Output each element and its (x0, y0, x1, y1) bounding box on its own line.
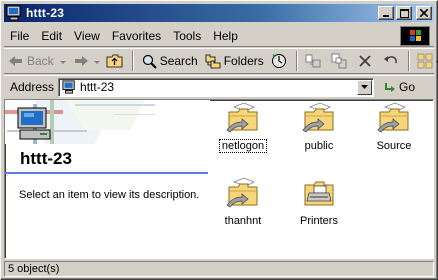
folder-view[interactable]: httt-23 Select an item to view its descr… (4, 99, 434, 259)
forward-arrow-icon (72, 53, 90, 69)
search-label: Search (159, 54, 198, 68)
web-view-panel: httt-23 Select an item to view its descr… (5, 100, 210, 258)
go-label: Go (399, 80, 416, 94)
back-label: Back (27, 54, 54, 68)
windows-logo-icon (400, 26, 430, 46)
folders-label: Folders (223, 54, 264, 68)
title-bar[interactable]: httt-23 (4, 4, 434, 22)
copy-to-icon (330, 53, 348, 69)
folder-item-label: netlogon (218, 139, 268, 153)
chevron-down-icon[interactable] (93, 54, 100, 68)
folder-item-label: thanhnt (224, 215, 262, 227)
copy-to-button[interactable] (327, 50, 353, 72)
explorer-window: httt-23 File Edit View Favorites Tools H… (0, 0, 438, 280)
delete-button[interactable] (353, 50, 379, 72)
views-button[interactable] (413, 50, 438, 72)
title-divider (5, 172, 208, 174)
menu-favorites[interactable]: Favorites (106, 29, 167, 43)
computer-icon (62, 80, 76, 94)
folders-button[interactable]: Folders (201, 50, 267, 72)
history-icon (270, 53, 288, 69)
go-button[interactable]: Go (384, 80, 415, 94)
undo-icon (382, 53, 400, 69)
move-to-icon (304, 53, 322, 69)
minimize-button[interactable] (378, 6, 394, 20)
toolbar-separator (131, 51, 134, 71)
address-dropdown-button[interactable] (357, 79, 373, 95)
menu-edit[interactable]: Edit (35, 29, 68, 43)
search-icon (140, 53, 158, 69)
folder-item-label: Source (376, 140, 412, 152)
maximize-button[interactable] (396, 6, 412, 20)
menu-tools[interactable]: Tools (167, 29, 207, 43)
forward-button[interactable] (69, 50, 103, 72)
menu-view[interactable]: View (68, 29, 106, 43)
chevron-down-icon[interactable] (59, 54, 66, 68)
back-arrow-icon (7, 53, 25, 69)
move-to-button[interactable] (301, 50, 327, 72)
shared-folder-icon (302, 102, 336, 137)
undo-button[interactable] (379, 50, 405, 72)
folder-item-label: Printers (300, 215, 338, 227)
search-button[interactable]: Search (137, 50, 201, 72)
up-button[interactable] (103, 50, 129, 72)
standard-toolbar: Back Search Folders (4, 48, 438, 74)
address-value: httt-23 (80, 80, 115, 94)
folder-item-label: public (304, 140, 334, 152)
shared-folder-icon (226, 102, 260, 137)
back-button[interactable]: Back (4, 50, 69, 72)
window-title: httt-23 (26, 6, 65, 20)
folder-item-public[interactable]: public (289, 102, 349, 152)
folder-item-printers[interactable]: Printers (289, 177, 349, 227)
toolbar-separator (295, 51, 298, 71)
shared-folder-icon (226, 177, 260, 212)
computer-icon (16, 106, 56, 145)
computer-icon (6, 5, 22, 21)
folder-item-thanhnt[interactable]: thanhnt (213, 177, 273, 227)
printers-folder-icon (302, 177, 336, 212)
web-view-banner (5, 100, 210, 144)
folder-item-netlogon[interactable]: netlogon (213, 102, 273, 153)
go-arrow-icon (384, 81, 396, 93)
toolbar-separator (407, 51, 410, 71)
address-input[interactable]: httt-23 (58, 77, 375, 97)
folders-icon (204, 53, 222, 69)
folder-title: httt-23 (20, 149, 72, 168)
views-icon (416, 53, 434, 69)
folder-item-source[interactable]: Source (364, 102, 424, 152)
folder-up-icon (106, 53, 124, 69)
close-button[interactable] (416, 6, 432, 20)
menu-file[interactable]: File (4, 29, 35, 43)
delete-icon (356, 53, 374, 69)
menu-bar: File Edit View Favorites Tools Help (4, 25, 434, 47)
history-button[interactable] (267, 50, 293, 72)
status-bar: 5 object(s) (4, 260, 434, 277)
menu-help[interactable]: Help (207, 29, 244, 43)
selection-description: Select an item to view its description. (19, 189, 200, 201)
shared-folder-icon (377, 102, 411, 137)
address-bar: Address httt-23 Go (4, 75, 434, 98)
status-object-count: 5 object(s) (4, 260, 434, 277)
address-label: Address (10, 80, 55, 94)
